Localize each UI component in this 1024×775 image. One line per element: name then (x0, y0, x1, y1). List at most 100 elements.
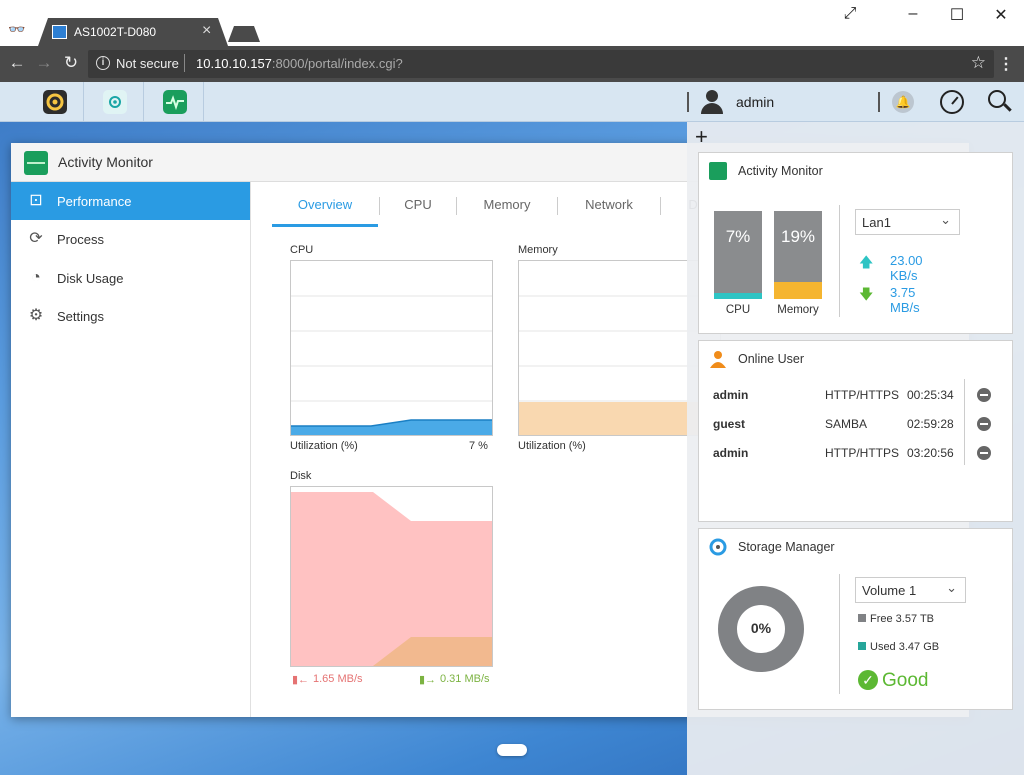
memory-bar-label: Memory (777, 304, 819, 316)
sidebar: ⊡ Performance ⟳ Process ◔ Disk Usage ⚙ S… (11, 182, 251, 717)
settings-icon: ⚙ (28, 307, 44, 324)
close-window-button[interactable]: ✕ (991, 5, 1011, 25)
new-tab-button[interactable] (228, 26, 260, 42)
online-user-time: 00:25:34 (907, 388, 954, 402)
disk-read-icon: ▮← (292, 674, 310, 686)
memory-usage-bar: 19% (774, 211, 822, 299)
cpu-footer-label: Utilization (%) (290, 440, 358, 452)
download-rate-value: 3.75 MB/s (890, 285, 920, 315)
disk-write-icon: ▮→ (419, 674, 437, 686)
security-label: Not secure (116, 56, 179, 71)
list-item: admin HTTP/HTTPS 00:25:34 (713, 386, 1003, 406)
tab-close-icon[interactable]: × (202, 22, 211, 40)
sidebar-item-process[interactable]: ⟳ Process (11, 220, 250, 258)
cpu-footer-value: 7 % (469, 440, 488, 452)
activity-monitor-icon (24, 151, 48, 175)
upload-arrow-icon: 🡅 (859, 254, 874, 270)
restore-window-icon[interactable]: ⤢ (840, 5, 860, 23)
disconnect-user-icon[interactable] (977, 417, 991, 431)
taskbar-app-app-central[interactable] (86, 82, 144, 122)
legend-used: Used 3.47 GB (858, 641, 939, 653)
widget-divider (964, 379, 965, 465)
minimize-button[interactable]: – (903, 5, 923, 23)
taskbar-app-control-panel[interactable] (26, 82, 84, 122)
info-icon[interactable]: i (96, 56, 110, 70)
url-text: 10.10.10.157:8000/portal/index.cgi? (196, 56, 403, 71)
taskbar-divider (687, 92, 689, 112)
tab-network[interactable]: Network (558, 191, 660, 227)
disconnect-user-icon[interactable] (977, 388, 991, 402)
disconnect-user-icon[interactable] (977, 446, 991, 460)
memory-chart-label: Memory (518, 244, 558, 256)
network-interface-select[interactable]: Lan1 ⌄ (855, 209, 960, 235)
check-circle-icon: ✓ (858, 670, 878, 690)
notification-bell-icon[interactable]: 🔔 (892, 91, 914, 113)
free-space: Free 3.57 TB (870, 613, 934, 625)
disk-chart-svg (291, 492, 492, 666)
app-central-icon (103, 90, 127, 114)
storage-status-label: Good (882, 670, 929, 691)
upload-rate-value: 23.00 KB/s (890, 253, 923, 283)
add-widget-button[interactable]: + (695, 125, 708, 149)
online-user-icon (709, 350, 727, 368)
desktop: admin 🔔 Activity Monitor ⊡ Performance ⟳… (0, 82, 1024, 775)
widget-panel: + Activity Monitor 7% CPU 19% Memory Lan… (687, 122, 1024, 775)
cpu-chart-label: CPU (290, 244, 314, 256)
window-title: Activity Monitor (58, 154, 153, 170)
sidebar-item-label: Performance (57, 194, 132, 209)
storage-status: ✓ Good (858, 670, 928, 692)
disk-usage-icon: ◔ (31, 269, 41, 286)
url-host: 10.10.10.157 (196, 56, 272, 71)
storage-manager-icon (709, 538, 727, 556)
legend-free: Free 3.57 TB (858, 613, 934, 625)
tab-cpu[interactable]: CPU (380, 191, 456, 227)
sidebar-item-performance[interactable]: ⊡ Performance (11, 182, 250, 220)
memory-usage-fill (774, 282, 822, 299)
bookmark-star-icon[interactable]: ☆ (971, 53, 986, 73)
browser-menu-icon[interactable]: ⋮ (998, 54, 1014, 74)
online-user-name: guest (713, 417, 746, 431)
tab-memory[interactable]: Memory (457, 191, 557, 227)
widget-divider (839, 205, 840, 317)
forward-arrow-icon[interactable]: → (33, 53, 55, 73)
sidebar-item-disk-usage[interactable]: ◔ Disk Usage (11, 259, 250, 297)
performance-icon: ⊡ (29, 192, 43, 209)
cpu-bar-label: CPU (725, 304, 751, 316)
browser-tab[interactable]: AS1002T-D080 × (38, 18, 228, 46)
dock-handle[interactable] (497, 744, 527, 756)
tab-favicon-icon (52, 25, 67, 39)
sidebar-item-settings[interactable]: ⚙ Settings (11, 297, 250, 335)
process-icon: ⟳ (29, 230, 43, 247)
cpu-usage-value: 7% (725, 227, 751, 246)
online-user-time: 03:20:56 (907, 446, 954, 460)
volume-select[interactable]: Volume 1 ⌄ (855, 577, 966, 603)
address-bar[interactable]: i Not secure 10.10.10.157:8000/portal/in… (88, 50, 994, 78)
browser-toolbar: ← → ↻ i Not secure 10.10.10.157:8000/por… (0, 46, 1024, 82)
reload-icon[interactable]: ↻ (60, 53, 82, 73)
selected-volume: Volume 1 (862, 583, 917, 598)
list-item: admin HTTP/HTTPS 03:20:56 (713, 444, 1003, 464)
dashboard-gauge-icon[interactable] (940, 90, 964, 114)
taskbar-app-activity-monitor[interactable] (146, 82, 204, 122)
disk-write-value: 0.31 MB/s (440, 673, 490, 685)
tab-overview[interactable]: Overview (272, 191, 378, 227)
disk-chart-label: Disk (290, 470, 312, 482)
activity-monitor-widget: Activity Monitor 7% CPU 19% Memory Lan1 … (698, 152, 1013, 334)
activity-monitor-icon (163, 90, 187, 114)
chevron-down-icon: ⌄ (940, 212, 951, 227)
cpu-usage-fill (714, 292, 762, 299)
online-user-protocol: SAMBA (825, 417, 868, 431)
search-icon[interactable] (988, 90, 1006, 108)
tab-title: AS1002T-D080 (74, 25, 157, 39)
tab-bar: Overview CPU Memory Network Disk (272, 191, 714, 227)
current-user[interactable]: admin (736, 94, 774, 110)
browser-titlebar: 👓 AS1002T-D080 × ⤢ – ☐ ✕ (0, 0, 1024, 46)
online-user-name: admin (713, 388, 749, 402)
chevron-down-icon: ⌄ (946, 580, 957, 595)
user-icon[interactable] (700, 90, 724, 114)
cpu-usage-bar: 7% (714, 211, 762, 299)
cpu-chart (290, 260, 493, 436)
online-user-protocol: HTTP/HTTPS (825, 446, 899, 460)
maximize-button[interactable]: ☐ (947, 5, 967, 25)
back-arrow-icon[interactable]: ← (6, 53, 28, 73)
